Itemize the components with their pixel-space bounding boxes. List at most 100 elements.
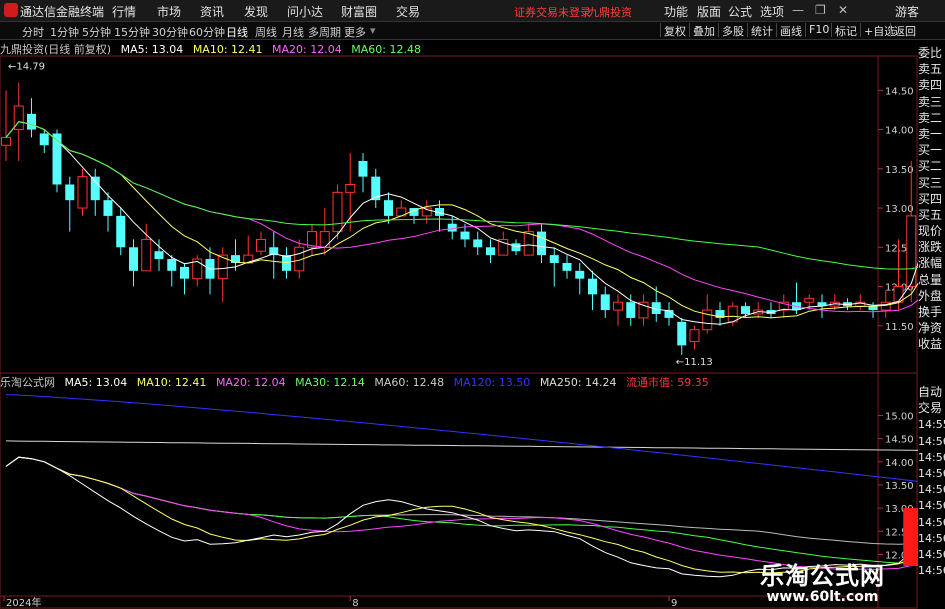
ma5-legend: MA5: 13.04	[120, 43, 184, 56]
tick-time: 14:56	[918, 434, 945, 448]
menu-item[interactable]: 资讯	[200, 3, 224, 20]
quote-label[interactable]: 卖二	[918, 111, 945, 127]
minimize-icon[interactable]: —	[792, 3, 804, 17]
quote-label[interactable]: 卖三	[918, 95, 945, 111]
quote-label[interactable]: 净资	[918, 321, 945, 337]
low-price-label: ←11.13	[676, 357, 713, 368]
candle-down	[180, 266, 189, 279]
tab-60min[interactable]: 60分钟	[189, 24, 225, 40]
tab-more[interactable]: 更多	[344, 24, 366, 40]
candle-down	[486, 247, 495, 256]
stock-title: 九鼎投资	[588, 6, 632, 19]
menu-item[interactable]: 财富圈	[341, 3, 377, 20]
tab-30min[interactable]: 30分钟	[152, 24, 188, 40]
quote-label[interactable]: 收益	[918, 337, 945, 353]
draw-button[interactable]: 画线	[776, 23, 805, 38]
sub-price-tick-label: 15.00	[885, 411, 914, 422]
mark-button[interactable]: 标记	[831, 23, 860, 38]
tab-15min[interactable]: 15分钟	[114, 24, 150, 40]
sub-ma250-legend: MA250: 14.24	[539, 376, 617, 389]
sub-ma30-legend: MA30: 12.14	[295, 376, 365, 389]
quote-label[interactable]: 委比	[918, 46, 945, 62]
tab-1min[interactable]: 1分钟	[50, 24, 79, 40]
candle-down	[90, 176, 100, 201]
kline-chart[interactable]: 14.5014.0013.5013.0012.5012.0011.50←14.7…	[0, 39, 918, 609]
stats-button[interactable]: 统计	[747, 23, 776, 38]
menu-item[interactable]: 交易	[396, 3, 420, 20]
tab-5min[interactable]: 5分钟	[82, 24, 111, 40]
candle-up	[141, 238, 152, 272]
menu-item[interactable]: 问小达	[287, 3, 323, 20]
candle-up	[345, 183, 356, 193]
menu-formula[interactable]: 公式	[728, 3, 752, 20]
multi-stock-button[interactable]: 多股	[718, 23, 747, 38]
tick-time: 14:56	[918, 547, 945, 561]
auto-trade-label[interactable]: 自动	[918, 385, 945, 401]
menu-item[interactable]: 市场	[157, 3, 181, 20]
candle-down	[473, 239, 483, 248]
time-tick-label: 8	[352, 598, 358, 609]
adjust-button[interactable]: 复权	[660, 23, 689, 38]
quote-label[interactable]: 买二	[918, 159, 945, 175]
quote-label[interactable]: 外盘	[918, 289, 945, 305]
quote-label[interactable]: 涨幅	[918, 256, 945, 272]
candle-down	[154, 251, 164, 260]
quote-label[interactable]: 卖四	[918, 78, 945, 94]
ma10-legend: MA10: 12.41	[192, 43, 263, 56]
quote-label[interactable]: 买四	[918, 192, 945, 208]
menu-item[interactable]: 行情	[112, 3, 136, 20]
overlay-button[interactable]: 叠加	[689, 23, 718, 38]
tab-weekly[interactable]: 周线	[255, 24, 277, 40]
menu-function[interactable]: 功能	[664, 3, 688, 20]
candle-down	[129, 247, 138, 271]
restore-icon[interactable]: ❐	[815, 3, 826, 17]
candle-down	[167, 259, 177, 271]
candle-down	[116, 215, 126, 248]
user-label[interactable]: 游客	[895, 3, 919, 20]
quote-label[interactable]: 换手	[918, 305, 945, 321]
quote-label[interactable]: 卖五	[918, 62, 945, 78]
tick-time: 14:56	[918, 531, 945, 545]
tab-timeshare[interactable]: 分时	[22, 24, 44, 40]
quote-label[interactable]: 买一	[918, 143, 945, 159]
candle-up	[893, 286, 904, 303]
sub-ma30-line	[5, 456, 918, 564]
quote-label[interactable]: 买三	[918, 176, 945, 192]
quote-label[interactable]: 涨跌	[918, 240, 945, 256]
candle-up	[332, 191, 343, 233]
login-alert[interactable]: 证券交易未登录	[514, 4, 591, 20]
price-tick-label: 11.50	[885, 322, 914, 333]
menu-options[interactable]: 选项	[760, 3, 784, 20]
more-dropdown-icon[interactable]: ▾	[370, 24, 376, 37]
quote-label[interactable]: 总量	[918, 273, 945, 289]
tab-multi-period[interactable]: 多周期	[308, 24, 341, 40]
time-tick-label: 9	[671, 598, 677, 609]
sub-ma5-legend: MA5: 13.04	[64, 376, 128, 389]
price-tick-label: 13.00	[885, 204, 914, 215]
menu-item[interactable]: 发现	[244, 3, 268, 20]
signal-bar	[903, 508, 918, 566]
watermark: 乐淘公式网 www.60lt.com	[760, 556, 885, 605]
title-bar: 通达信金融终端 行情 市场 资讯 发现 问小达 财富圈 交易 证券交易未登录 九…	[0, 0, 945, 22]
tick-time: 14:55	[918, 418, 945, 432]
tab-monthly[interactable]: 月线	[282, 24, 304, 40]
menu-layout[interactable]: 版面	[697, 3, 721, 20]
sub-ma60-line	[5, 456, 918, 545]
trade-label[interactable]: 交易	[918, 401, 945, 417]
sub-price-tick-label: 13.50	[885, 481, 914, 492]
quote-label[interactable]: 现价	[918, 224, 945, 240]
quote-label[interactable]: 买五	[918, 208, 945, 224]
candle-down	[549, 255, 559, 263]
tab-daily[interactable]: 日线	[226, 24, 248, 40]
close-icon[interactable]: ✕	[838, 3, 848, 17]
f10-button[interactable]: F10	[805, 23, 832, 37]
quote-label[interactable]: 卖一	[918, 127, 945, 143]
sub-ma20-legend: MA20: 12.04	[215, 376, 286, 389]
price-tick-label: 14.00	[885, 126, 914, 137]
tick-time: 14:56	[918, 483, 945, 497]
sub-chart-legend: 乐淘公式网 MA5: 13.04 MA10: 12.41 MA20: 12.04…	[0, 374, 715, 389]
back-button[interactable]: 返回	[890, 23, 919, 38]
candle-down	[447, 223, 457, 232]
quote-panel: 委比 卖五 卖四 卖三 卖二 卖一 买一 买二 买三 买四 买五 现价 涨跌 涨…	[918, 46, 945, 354]
main-chart-label: 九鼎投资(日线 前复权)	[0, 43, 112, 56]
